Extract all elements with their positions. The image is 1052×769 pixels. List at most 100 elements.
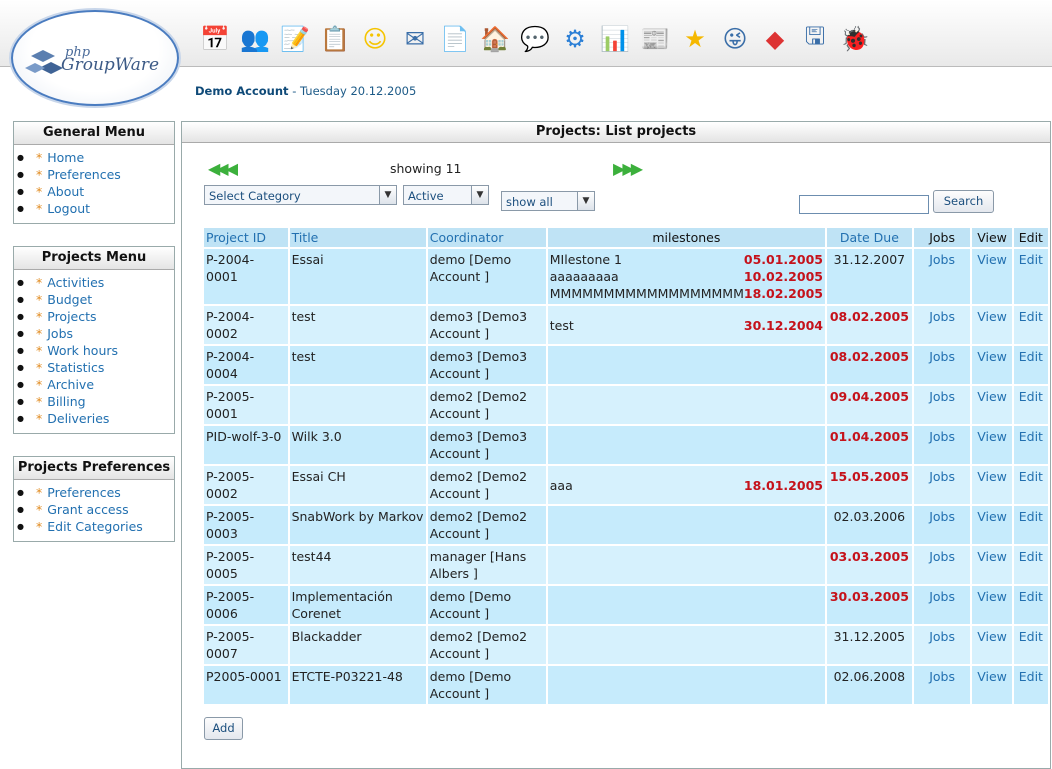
status-select[interactable]: Active ▼ <box>403 185 489 205</box>
edit-link[interactable]: Edit <box>1013 666 1048 704</box>
milestone-name: MMMMMMMMMMMMMMMMMM <box>549 286 744 301</box>
app-icon-bar: 📅 👥 📝 📋 ☺ ✉ 📄 🏠 💬 ⚙ 📊 📰 ★ 😜 ◆ 🖫 🐞 <box>198 22 872 56</box>
edit-link[interactable]: Edit <box>1013 586 1048 624</box>
projects-menu-item-budget[interactable]: * Budget <box>17 291 174 308</box>
general-menu-item-logout[interactable]: * Logout <box>17 200 174 217</box>
search-button[interactable]: Search <box>933 190 994 213</box>
edit-link[interactable]: Edit <box>1013 386 1048 424</box>
edit-link[interactable]: Edit <box>1013 306 1048 344</box>
edit-link[interactable]: Edit <box>1013 506 1048 544</box>
general-menu-item-about[interactable]: * About <box>17 183 174 200</box>
projects-prefs-item-grant-access[interactable]: * Grant access <box>17 501 174 518</box>
projects-menu-item-statistics[interactable]: * Statistics <box>17 359 174 376</box>
jobs-link[interactable]: Jobs <box>913 386 971 424</box>
view-link[interactable]: View <box>972 306 1012 344</box>
bullet-star-icon: * <box>36 326 43 341</box>
projects-prefs-item-edit-categories[interactable]: * Edit Categories <box>17 518 174 535</box>
project-id-cell: P-2005-0005 <box>204 546 288 584</box>
bug-icon[interactable]: 🐞 <box>838 22 872 56</box>
column-header-view: View <box>972 228 1012 247</box>
jobs-link[interactable]: Jobs <box>913 666 971 704</box>
project-id-cell: P-2004-0001 <box>204 249 288 304</box>
edit-link[interactable]: Edit <box>1013 426 1048 464</box>
jobs-link[interactable]: Jobs <box>913 426 971 464</box>
projects-menu-item-billing[interactable]: * Billing <box>17 393 174 410</box>
coordinator-cell: demo [Demo Account ] <box>427 666 546 704</box>
projects-menu: Projects Menu * Activities * Budget * Project… <box>13 246 175 434</box>
view-link[interactable]: View <box>972 506 1012 544</box>
projects-preferences-title: Projects Preferences <box>14 457 174 480</box>
ftp-icon[interactable]: 🖫 <box>798 22 832 56</box>
jobs-link[interactable]: Jobs <box>913 546 971 584</box>
bullet-star-icon: * <box>36 519 43 534</box>
news-icon[interactable]: 📰 <box>638 22 672 56</box>
column-header-coordinator[interactable]: Coordinator <box>427 228 546 247</box>
charts-icon[interactable]: 📊 <box>598 22 632 56</box>
preferences-icon[interactable]: ⚙ <box>558 22 592 56</box>
star-icon[interactable]: ★ <box>678 22 712 56</box>
projects-menu-item-work-hours[interactable]: * Work hours <box>17 342 174 359</box>
bookmarks-icon[interactable]: 🏠 <box>478 22 512 56</box>
jobs-link[interactable]: Jobs <box>913 586 971 624</box>
view-link[interactable]: View <box>972 466 1012 504</box>
general-menu-item-home[interactable]: * Home <box>17 149 174 166</box>
edit-link[interactable]: Edit <box>1013 626 1048 664</box>
view-link[interactable]: View <box>972 386 1012 424</box>
bullet-star-icon: * <box>36 394 43 409</box>
filter-select[interactable]: show all ▼ <box>501 191 595 211</box>
view-link[interactable]: View <box>972 346 1012 384</box>
general-menu-item-preferences[interactable]: * Preferences <box>17 166 174 183</box>
bullet-star-icon: * <box>36 167 43 182</box>
bullet-star-icon: * <box>36 343 43 358</box>
projects-menu-item-jobs[interactable]: * Jobs <box>17 325 174 342</box>
jobs-link[interactable]: Jobs <box>913 466 971 504</box>
bullet-star-icon: * <box>36 360 43 375</box>
edit-link[interactable]: Edit <box>1013 249 1048 304</box>
view-link[interactable]: View <box>972 586 1012 624</box>
title-cell: Essai <box>289 249 426 304</box>
view-link[interactable]: View <box>972 546 1012 584</box>
jobs-link[interactable]: Jobs <box>913 506 971 544</box>
category-select[interactable]: Select Category ▼ <box>204 185 397 205</box>
jobs-link[interactable]: Jobs <box>913 249 971 304</box>
menu-item-label: Budget <box>47 292 93 307</box>
projects-menu-item-deliveries[interactable]: * Deliveries <box>17 410 174 427</box>
account-name[interactable]: Demo Account <box>195 84 289 98</box>
emoticon-icon[interactable]: 😜 <box>718 22 752 56</box>
menu-item-label: Home <box>47 150 85 165</box>
view-link[interactable]: View <box>972 626 1012 664</box>
smiley-icon[interactable]: ☺ <box>358 22 392 56</box>
view-link[interactable]: View <box>972 249 1012 304</box>
edit-link[interactable]: Edit <box>1013 346 1048 384</box>
addressbook-icon[interactable]: 👥 <box>238 22 272 56</box>
jobs-link[interactable]: Jobs <box>913 306 971 344</box>
jobs-link[interactable]: Jobs <box>913 346 971 384</box>
view-link[interactable]: View <box>972 426 1012 464</box>
projects-prefs-item-preferences[interactable]: * Preferences <box>17 484 174 501</box>
next-last-arrows-icon[interactable]: ▶ ▶▶ <box>613 159 643 178</box>
search-input[interactable] <box>799 195 929 214</box>
blocks-icon[interactable]: ◆ <box>758 22 792 56</box>
date-due-cell: 09.04.2005 <box>826 386 912 424</box>
chat-icon[interactable]: 💬 <box>518 22 552 56</box>
email-icon[interactable]: ✉ <box>398 22 432 56</box>
column-header-project-id[interactable]: Project ID <box>204 228 288 247</box>
edit-link[interactable]: Edit <box>1013 546 1048 584</box>
column-header-date-due[interactable]: Date Due <box>826 228 912 247</box>
view-link[interactable]: View <box>972 666 1012 704</box>
todo-icon[interactable]: 📋 <box>318 22 352 56</box>
edit-link[interactable]: Edit <box>1013 466 1048 504</box>
add-button[interactable]: Add <box>204 717 243 740</box>
projects-menu-item-activities[interactable]: * Activities <box>17 274 174 291</box>
jobs-link[interactable]: Jobs <box>913 626 971 664</box>
projects-menu-item-archive[interactable]: * Archive <box>17 376 174 393</box>
projects-icon[interactable]: 📄 <box>438 22 472 56</box>
notes-icon[interactable]: 📝 <box>278 22 312 56</box>
first-prev-arrows-icon[interactable]: ◀◀ ◀ <box>208 159 238 178</box>
calendar-icon[interactable]: 📅 <box>198 22 232 56</box>
milestones-cell: MIlestone 1 05.01.2005 aaaaaaaaa 10.02.2005… <box>547 249 825 304</box>
phpgroupware-logo[interactable]: php GroupWare <box>11 10 179 106</box>
column-header-title[interactable]: Title <box>289 228 426 247</box>
general-menu: General Menu * Home * Preferences * About * Log… <box>13 121 175 224</box>
projects-menu-item-projects[interactable]: * Projects <box>17 308 174 325</box>
